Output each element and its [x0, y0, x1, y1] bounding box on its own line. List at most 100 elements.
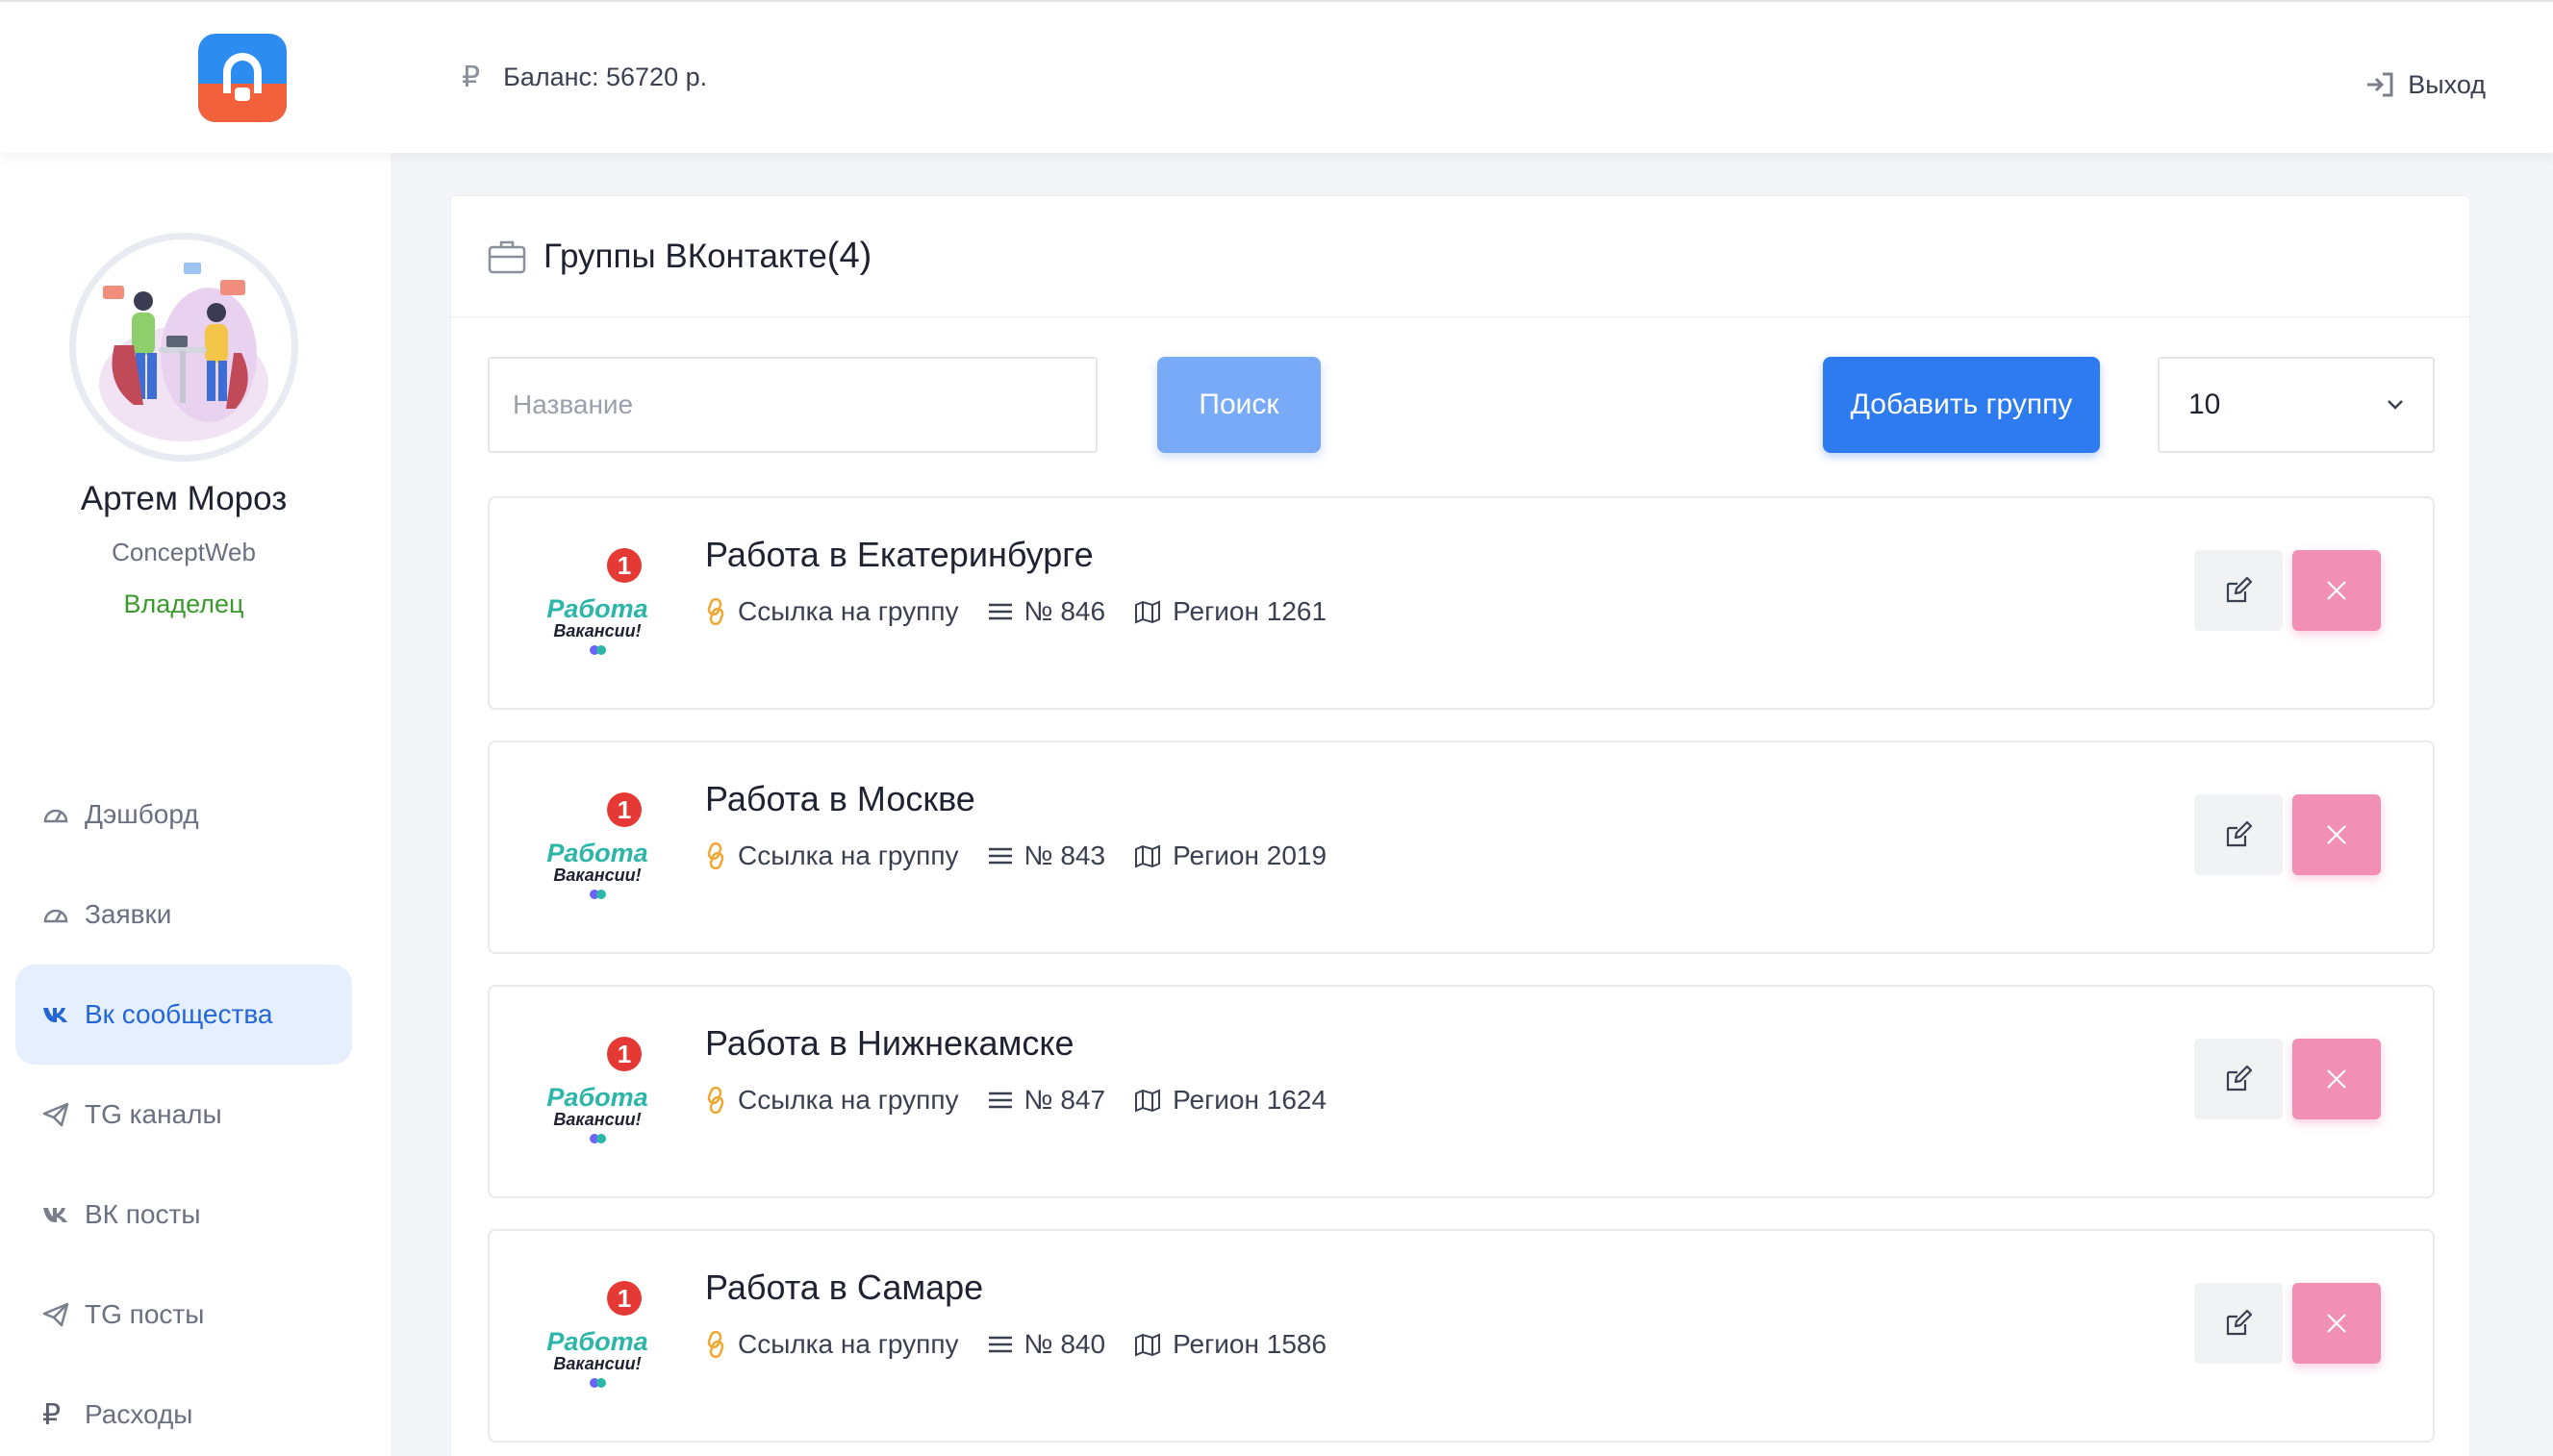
telegram-icon [42, 1302, 69, 1327]
per-page-select[interactable]: 10 [2158, 357, 2435, 453]
group-number-value: № 846 [1024, 596, 1106, 626]
group-meta: Ссылка на группу № 846 Регион 1261 [705, 592, 1355, 631]
logo-line1: Работа [546, 594, 647, 623]
group-number-value: № 843 [1024, 841, 1106, 870]
telegram-icon [42, 1102, 69, 1127]
edit-icon [2226, 1309, 2253, 1336]
logo-line1: Работа [546, 839, 647, 867]
sign-out-icon [2367, 72, 2393, 97]
group-link[interactable]: Ссылка на группу [705, 596, 959, 627]
logo-badge: 1 [618, 1284, 631, 1313]
logo-line1: Работа [546, 1327, 647, 1356]
balance-text: Баланс: 56720 р. [503, 62, 708, 91]
delete-button[interactable] [2292, 550, 2381, 631]
briefcase-icon [488, 240, 526, 273]
list-lines-icon [988, 847, 1012, 865]
balance: ₽ Баланс: 56720 р. [462, 58, 707, 96]
sidebar-item-label: Расходы [85, 1399, 193, 1429]
group-number: № 843 [988, 841, 1106, 871]
chevron-down-icon [2388, 400, 2403, 410]
user-name: Артем Мороз [80, 480, 288, 517]
search-button[interactable]: Поиск [1157, 357, 1321, 453]
rabota-logo-icon: 1 РаботаВакансии! [546, 1281, 648, 1388]
user-role: Владелец [123, 590, 244, 618]
logo-line2: Вакансии! [553, 1110, 641, 1129]
list-item: 1 Работа Вакансии! Работа в Самаре Ссылка … [488, 1229, 2435, 1443]
link-icon [707, 841, 724, 870]
close-icon [2327, 1314, 2346, 1333]
delete-button[interactable] [2292, 794, 2381, 875]
logo-badge: 1 [618, 1040, 631, 1068]
group-number: № 847 [988, 1085, 1106, 1116]
vk-icon [43, 1208, 67, 1222]
group-link[interactable]: Ссылка на группу [705, 1085, 959, 1116]
delete-button[interactable] [2292, 1283, 2381, 1364]
group-title[interactable]: Работа в Самаре [705, 1268, 983, 1308]
group-logo: 1 Работа Вакансии! [540, 544, 659, 664]
group-region-value: Регион 1261 [1173, 596, 1327, 626]
group-title[interactable]: Работа в Нижнекамске [705, 1023, 1074, 1064]
ruble-icon: ₽ [462, 61, 481, 93]
sidebar-item-expenses[interactable]: ₽ Расходы [15, 1365, 352, 1456]
group-title[interactable]: Работа в Екатеринбурге [705, 535, 1094, 575]
group-meta: Ссылка на группу № 843 Регион 2019 [705, 837, 1355, 875]
group-region: Регион 1261 [1134, 596, 1327, 627]
group-link[interactable]: Ссылка на группу [705, 1329, 959, 1360]
list-lines-icon [988, 603, 1012, 620]
group-logo: 1 Работа Вакансии! [540, 1277, 659, 1396]
group-meta: Ссылка на группу № 847 Регион 1624 [705, 1081, 1355, 1119]
edit-icon [2226, 820, 2253, 847]
group-number: № 846 [988, 596, 1106, 627]
logo-line2: Вакансии! [553, 1354, 641, 1373]
logo-line1: Работа [546, 1083, 647, 1112]
group-logo: 1 Работа Вакансии! [540, 1033, 659, 1152]
edit-button[interactable] [2194, 550, 2283, 631]
sidebar-item-vk-posts[interactable]: ВК посты [15, 1165, 352, 1265]
edit-button[interactable] [2194, 1039, 2283, 1119]
logout-label: Выход [2408, 69, 2486, 99]
edit-button[interactable] [2194, 794, 2283, 875]
logo-badge: 1 [618, 795, 631, 824]
close-icon [2327, 825, 2346, 844]
delete-button[interactable] [2292, 1039, 2381, 1119]
groups-card: Группы ВКонтакте (4) Поиск Добавить груп… [450, 195, 2470, 1456]
group-title[interactable]: Работа в Москве [705, 779, 975, 819]
ruble-icon: ₽ [42, 1398, 62, 1431]
sidebar-item-tg-posts[interactable]: TG посты [15, 1265, 352, 1365]
group-link-label: Ссылка на группу [738, 1085, 959, 1115]
vk-icon [43, 1008, 67, 1022]
avatar-illustration [99, 263, 268, 441]
search-input[interactable] [488, 357, 1098, 453]
map-icon [1135, 1089, 1161, 1113]
group-region-value: Регион 2019 [1173, 841, 1327, 870]
avatar[interactable] [69, 233, 298, 462]
group-number-value: № 847 [1024, 1085, 1106, 1115]
group-region: Регион 1586 [1134, 1329, 1327, 1360]
sidebar-item-label: ВК посты [85, 1199, 201, 1229]
edit-icon [2226, 1065, 2253, 1092]
list-item: 1 Работа Вакансии! Работа в Екатеринбурге … [488, 496, 2435, 710]
edit-icon [2226, 576, 2253, 603]
app-logo[interactable] [198, 34, 287, 122]
list-lines-icon [988, 1092, 1012, 1109]
logout-link[interactable]: Выход [2365, 65, 2486, 104]
sidebar-item-label: TG каналы [85, 1099, 222, 1129]
dashboard-icon [43, 909, 68, 923]
list-item: 1 Работа Вакансии! Работа в Нижнекамске Сс… [488, 985, 2435, 1198]
close-icon [2327, 1069, 2346, 1089]
group-logo: 1 Работа Вакансии! [540, 789, 659, 908]
group-link[interactable]: Ссылка на группу [705, 841, 959, 871]
sidebar-item-label: Вк сообщества [85, 999, 273, 1029]
add-group-button[interactable]: Добавить группу [1823, 357, 2100, 453]
sidebar-item-tg-channels[interactable]: TG каналы [15, 1065, 352, 1165]
group-region-value: Регион 1586 [1173, 1329, 1327, 1359]
group-region: Регион 2019 [1134, 841, 1327, 871]
sidebar: Артем Мороз ConceptWeb Владелец Дэшборд … [0, 153, 391, 1456]
sidebar-item-requests[interactable]: Заявки [15, 865, 352, 965]
sidebar-item-vk-communities[interactable]: Вк сообщества [15, 965, 352, 1065]
group-region: Регион 1624 [1134, 1085, 1327, 1116]
edit-button[interactable] [2194, 1283, 2283, 1364]
sidebar-item-dashboard[interactable]: Дэшборд [15, 765, 352, 865]
rabota-logo-icon: 1 РаботаВакансии! [546, 792, 648, 899]
rabota-logo-icon: 1 РаботаВакансии! [546, 1037, 648, 1143]
